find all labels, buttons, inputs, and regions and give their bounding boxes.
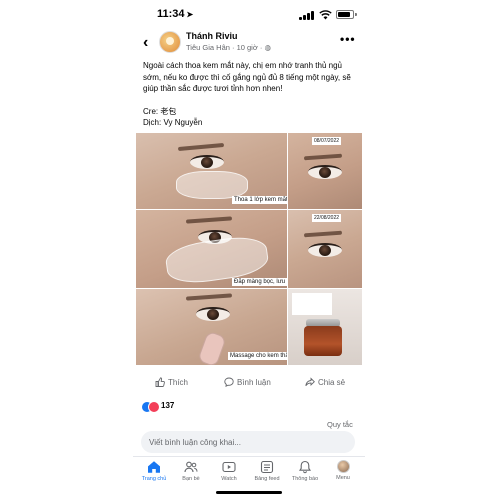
post-header: ‹ Thánh Riviu Tiêu Gia Hân · 10 giờ · ◍ …	[133, 30, 365, 56]
post-credit: Cre: 老包	[143, 106, 177, 116]
nav-watch[interactable]: Watch	[213, 460, 245, 482]
product-note	[292, 293, 332, 315]
comment-label: Bình luận	[237, 378, 271, 387]
nav-friends[interactable]: Bạn bè	[175, 460, 207, 482]
status-time: 11:34 ➤	[157, 8, 193, 20]
location-arrow-icon: ➤	[186, 10, 194, 19]
nav-label-friends: Bạn bè	[182, 476, 200, 482]
globe-icon: ◍	[264, 43, 271, 52]
post-body: Ngoài cách thoa kem mắt này, chị em nhớ …	[143, 60, 359, 129]
back-arrow-icon[interactable]: ‹	[143, 34, 148, 52]
date-after: 22/08/2022	[312, 214, 342, 222]
phone-screen: 11:34 ➤ ‹ Thánh Riviu Tiêu Gia Hân · 10 g…	[133, 0, 365, 498]
love-reaction-icon	[148, 401, 160, 413]
post-translator: Dịch: Vy Nguyễn	[143, 118, 203, 127]
comment-input[interactable]	[149, 435, 349, 449]
photo-product[interactable]	[288, 289, 362, 365]
avatar[interactable]	[159, 31, 181, 53]
post-image-collage[interactable]: Thoa 1 lớp kem mắt c Đắp màng bọc, lưu 1…	[136, 133, 362, 365]
post-actions: Thích Bình luận Chia sẻ	[133, 377, 365, 393]
caption-step-1: Thoa 1 lớp kem mắt c	[232, 196, 287, 204]
comment-icon	[224, 377, 234, 387]
menu-avatar-icon	[336, 460, 350, 473]
comment-box[interactable]	[141, 431, 355, 453]
more-options-icon[interactable]: •••	[340, 32, 356, 46]
home-icon	[148, 461, 160, 473]
photo-before[interactable]: 08/07/2022	[288, 133, 362, 209]
battery-tip	[355, 13, 357, 16]
feed-icon	[260, 460, 274, 474]
like-button[interactable]: Thích	[155, 377, 188, 387]
author-name[interactable]: Thánh Riviu	[186, 31, 238, 41]
like-label: Thích	[168, 378, 189, 387]
thumbs-up-icon	[155, 377, 165, 387]
status-bar: 11:34 ➤	[133, 0, 365, 28]
product-jar	[304, 326, 342, 356]
post-meta: Tiêu Gia Hân · 10 giờ · ◍	[186, 43, 271, 52]
nav-label-watch: Watch	[221, 476, 237, 482]
nav-label-feed: Bảng feed	[254, 476, 280, 482]
battery-icon	[336, 10, 354, 19]
share-button[interactable]: Chia sẻ	[305, 377, 345, 387]
post-meta-text: Tiêu Gia Hân · 10 giờ ·	[186, 43, 263, 52]
friends-icon	[184, 461, 198, 473]
bell-icon	[299, 460, 311, 474]
wifi-icon	[319, 10, 332, 20]
time-text: 11:34	[157, 8, 185, 20]
reaction-count: 137	[161, 401, 175, 410]
photo-after[interactable]: 22/08/2022	[288, 210, 362, 288]
fingertip	[197, 330, 227, 365]
comment-button[interactable]: Bình luận	[224, 377, 271, 387]
nav-label-menu: Menu	[336, 475, 350, 481]
watch-icon	[222, 461, 236, 473]
date-before: 08/07/2022	[312, 137, 342, 145]
photo-step-3[interactable]: Massage cho kem thẩ	[136, 289, 287, 365]
photo-step-1[interactable]: Thoa 1 lớp kem mắt c	[136, 133, 287, 209]
photo-step-2[interactable]: Đắp màng bọc, lưu 1	[136, 210, 287, 288]
caption-step-2: Đắp màng bọc, lưu 1	[232, 278, 287, 286]
caption-step-3: Massage cho kem thẩ	[228, 352, 287, 360]
cellular-signal-icon	[299, 11, 315, 20]
rules-link[interactable]: Quy tắc	[327, 420, 353, 429]
nav-feed[interactable]: Bảng feed	[251, 460, 283, 482]
post-text: Ngoài cách thoa kem mắt này, chị em nhớ …	[143, 61, 351, 93]
share-arrow-icon	[305, 377, 315, 387]
home-indicator[interactable]	[216, 491, 282, 494]
nav-menu[interactable]: Menu	[327, 460, 359, 481]
nav-label-home: Trang chủ	[141, 476, 167, 482]
nav-label-notifications: Thông báo	[291, 476, 319, 482]
share-label: Chia sẻ	[318, 378, 346, 387]
nav-home[interactable]: Trang chủ	[138, 460, 170, 482]
nav-notifications[interactable]: Thông báo	[289, 460, 321, 482]
